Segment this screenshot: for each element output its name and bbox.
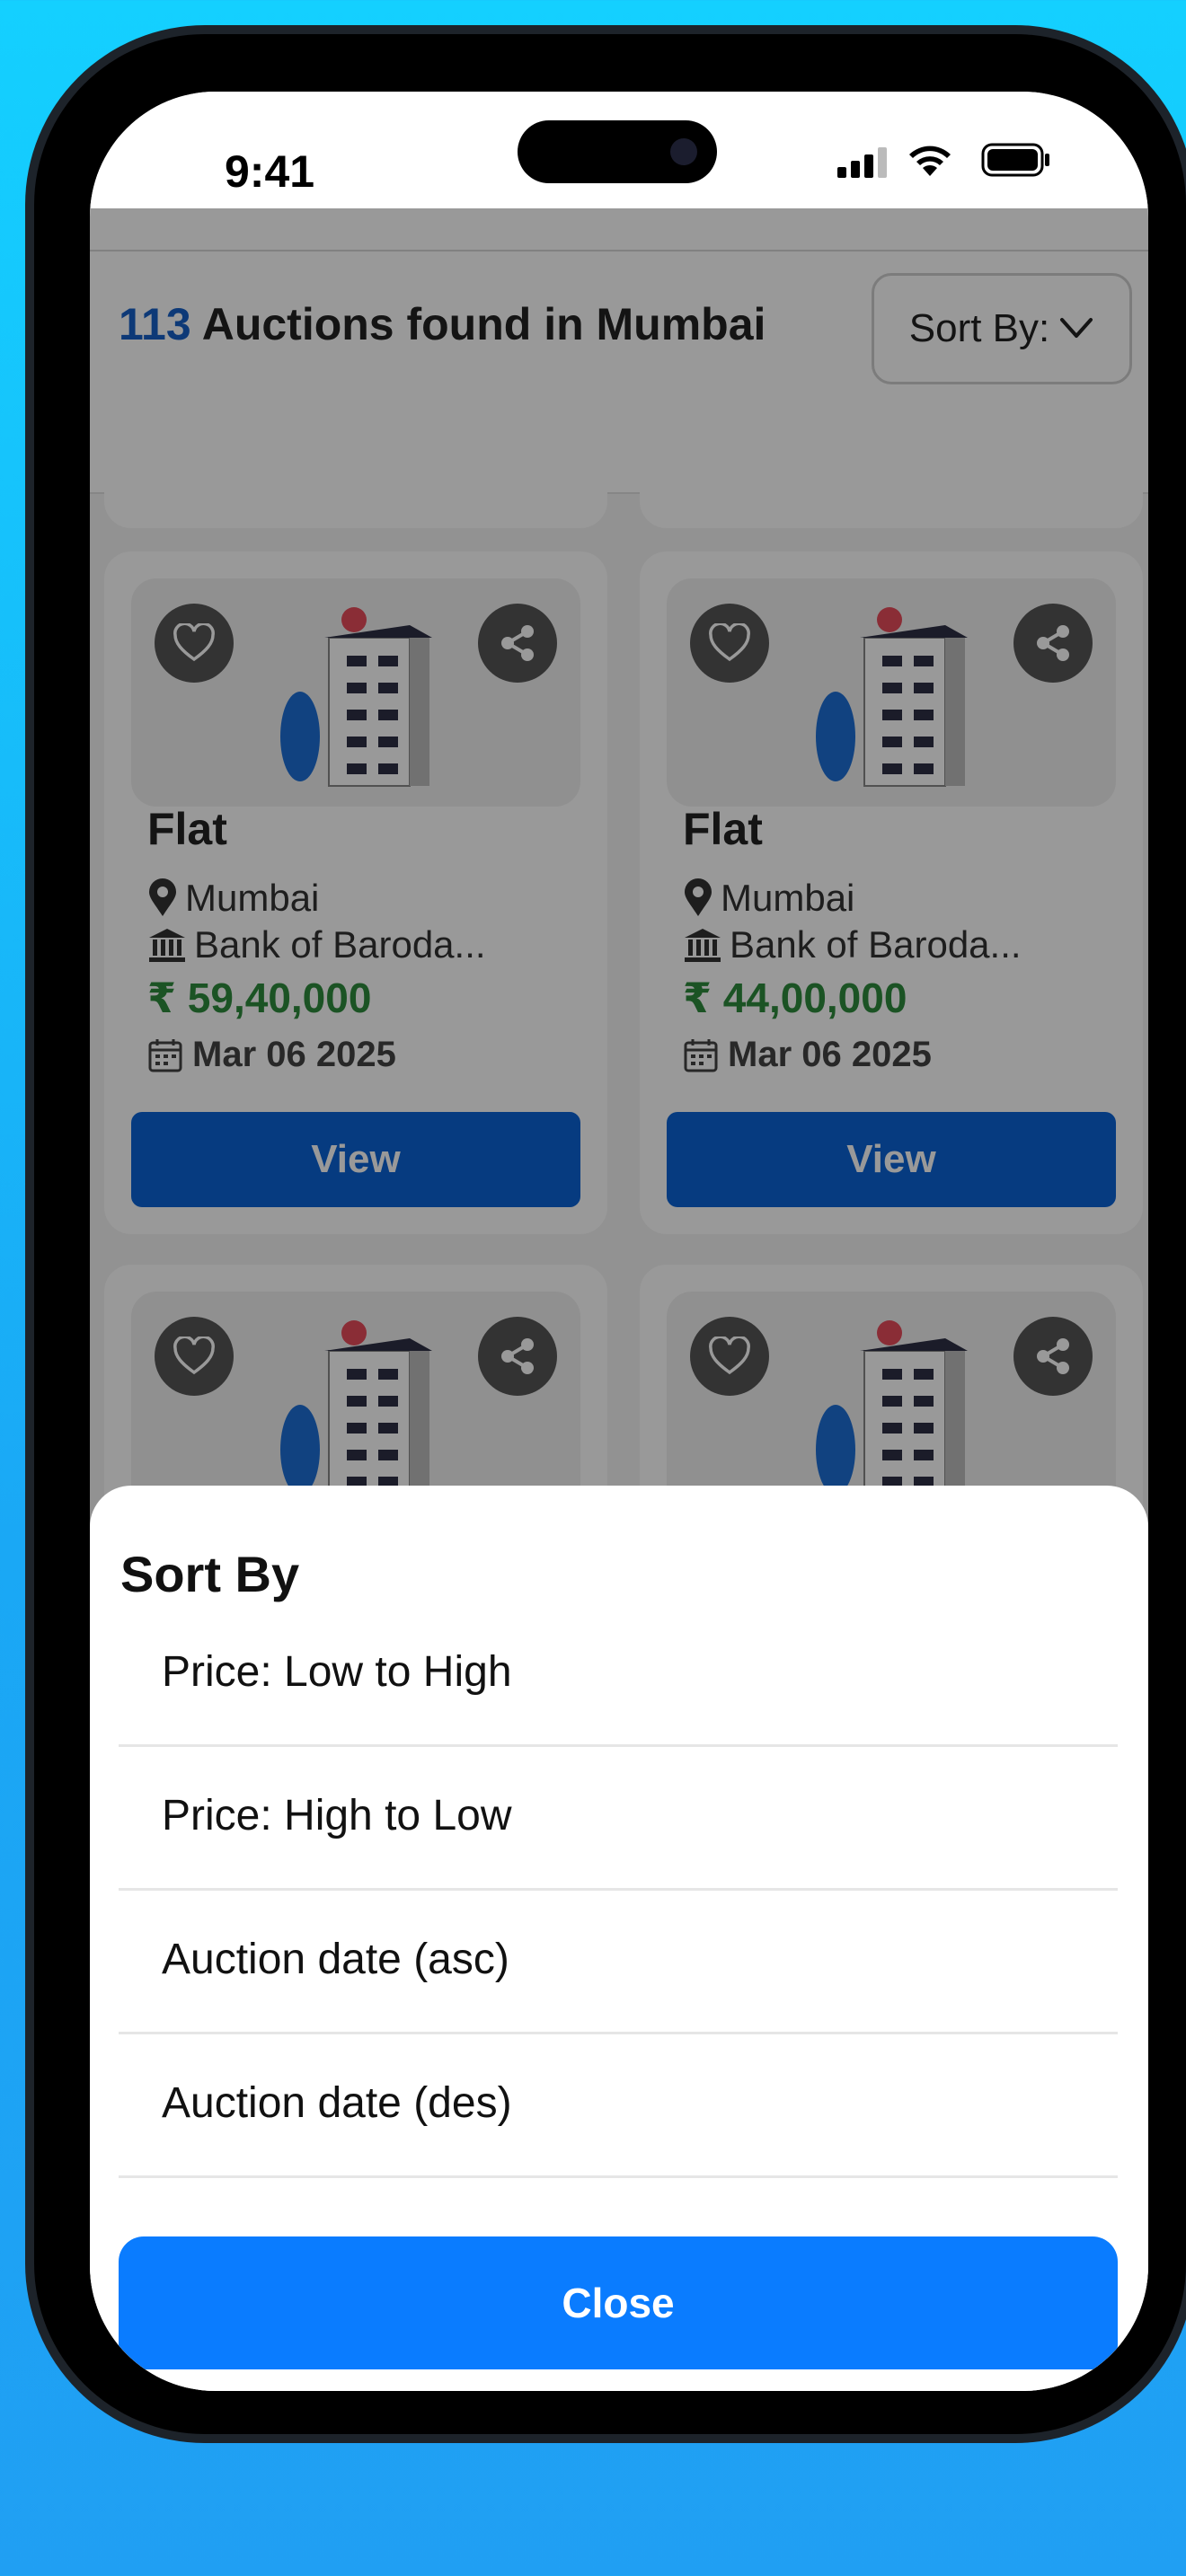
- signal-icon: [837, 147, 887, 178]
- battery-icon: [981, 143, 1049, 177]
- sort-option-price-high-low[interactable]: Price: High to Low: [119, 1746, 1118, 1891]
- sort-option-label: Price: Low to High: [162, 1648, 512, 1696]
- status-bar: 9:41: [90, 92, 1148, 208]
- sort-option-date-asc[interactable]: Auction date (asc): [119, 1890, 1118, 2034]
- wifi-icon: [909, 146, 951, 176]
- sort-option-label: Auction date (des): [162, 2079, 512, 2127]
- sort-option-label: Auction date (asc): [162, 1936, 509, 1983]
- sort-option-date-desc[interactable]: Auction date (des): [119, 2033, 1118, 2178]
- sort-option-label: Price: High to Low: [162, 1792, 512, 1839]
- dynamic-island: [518, 120, 717, 183]
- sort-option-price-low-high[interactable]: Price: Low to High: [119, 1602, 1118, 1747]
- sort-by-sheet: Sort By Price: Low to High Price: High t…: [90, 1486, 1148, 2391]
- phone-screen: 9:41 113 Auctions found in Mumbai Sort B…: [90, 92, 1148, 2391]
- phone-bezel: 9:41 113 Auctions found in Mumbai Sort B…: [34, 34, 1186, 2434]
- status-time: 9:41: [225, 146, 315, 197]
- camera-icon: [670, 138, 697, 165]
- sheet-title: Sort By: [120, 1546, 300, 1602]
- phone-frame: 9:41 113 Auctions found in Mumbai Sort B…: [25, 25, 1186, 2443]
- close-button[interactable]: Close: [119, 2236, 1118, 2369]
